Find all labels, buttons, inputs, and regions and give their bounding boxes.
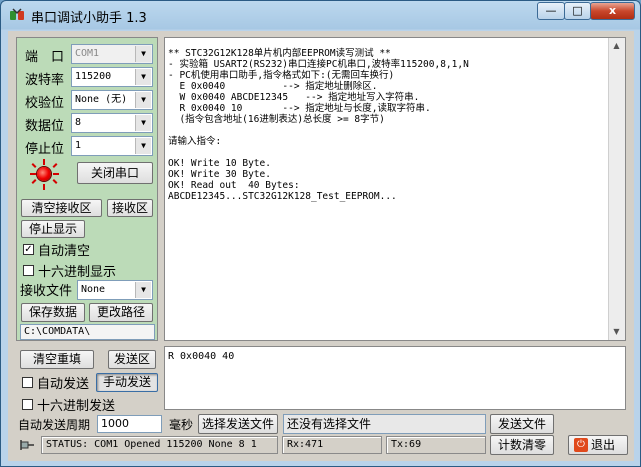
stopbits-select[interactable]: 1 ▼ bbox=[71, 136, 153, 156]
manual-send-button[interactable]: 手动发送 bbox=[96, 373, 158, 392]
exit-label: 退出 bbox=[591, 438, 616, 452]
parity-value: None (无) bbox=[75, 94, 128, 105]
auto-send-checkbox[interactable] bbox=[22, 377, 33, 388]
maximize-icon: □ bbox=[572, 4, 583, 17]
receive-line: OK! Read out 40 Bytes: bbox=[168, 180, 300, 191]
scroll-up-icon[interactable]: ▲ bbox=[609, 38, 624, 54]
tx-counter: Tx:69 bbox=[386, 436, 486, 454]
app-icon bbox=[10, 8, 24, 20]
change-path-button[interactable]: 更改路径 bbox=[89, 303, 153, 322]
receive-line: OK! Write 30 Byte. bbox=[168, 169, 271, 180]
chevron-down-icon: ▼ bbox=[135, 46, 151, 62]
send-area-button[interactable]: 发送区 bbox=[108, 350, 156, 369]
stopbits-value: 1 bbox=[75, 140, 82, 151]
maximize-button[interactable]: □ bbox=[564, 2, 591, 20]
client-area: 端 口 COM1 ▼ 波特率 115200 ▼ 校验位 None (无) ▼ 数… bbox=[8, 31, 634, 461]
receive-line: OK! Write 10 Byte. bbox=[168, 158, 271, 169]
baud-value: 115200 bbox=[75, 71, 112, 82]
power-icon: ⏻ bbox=[574, 438, 588, 452]
send-textarea[interactable]: R 0x0040 40 bbox=[164, 346, 626, 410]
select-file-button[interactable]: 选择发送文件 bbox=[198, 414, 278, 434]
save-data-button[interactable]: 保存数据 bbox=[21, 303, 85, 322]
stop-display-button[interactable]: 停止显示 bbox=[21, 220, 85, 238]
minimize-button[interactable]: — bbox=[537, 2, 565, 20]
hex-display-label: 十六进制显示 bbox=[38, 265, 117, 280]
port-select[interactable]: COM1 ▼ bbox=[71, 44, 153, 64]
minimize-icon: — bbox=[545, 4, 557, 17]
hex-display-checkbox[interactable] bbox=[23, 265, 34, 276]
port-value: COM1 bbox=[75, 48, 100, 59]
databits-label: 数据位 bbox=[25, 119, 65, 134]
databits-value: 8 bbox=[75, 117, 82, 128]
close-icon: x bbox=[608, 4, 617, 17]
parity-label: 校验位 bbox=[25, 96, 65, 111]
auto-send-label: 自动发送 bbox=[37, 377, 90, 392]
receive-line: - PC机使用串口助手,指令格式如下:(无需回车换行) bbox=[168, 70, 395, 81]
reset-count-button[interactable]: 计数清零 bbox=[490, 435, 554, 455]
hex-send-checkbox[interactable] bbox=[22, 399, 33, 410]
path-field[interactable]: C:\COMDATA\ bbox=[20, 324, 155, 340]
auto-clear-label: 自动清空 bbox=[38, 244, 91, 259]
baud-label: 波特率 bbox=[25, 73, 65, 88]
pin-icon[interactable] bbox=[18, 437, 36, 453]
receive-textarea[interactable]: ** STC32G12K128单片机内部EEPROM读写测试 ** - 实验箱 U… bbox=[164, 37, 626, 341]
receive-line bbox=[168, 147, 469, 158]
recv-file-select[interactable]: None ▼ bbox=[77, 280, 153, 300]
period-unit: 毫秒 bbox=[169, 418, 194, 432]
receive-lines: ** STC32G12K128单片机内部EEPROM读写测试 ** - 实验箱 U… bbox=[168, 48, 469, 202]
settings-panel: 端 口 COM1 ▼ 波特率 115200 ▼ 校验位 None (无) ▼ 数… bbox=[16, 37, 158, 341]
chevron-down-icon: ▼ bbox=[135, 282, 151, 298]
clear-resend-button[interactable]: 清空重填 bbox=[20, 350, 94, 369]
rx-counter: Rx:471 bbox=[282, 436, 382, 454]
receive-line: ** STC32G12K128单片机内部EEPROM读写测试 ** bbox=[168, 48, 391, 59]
chevron-down-icon: ▼ bbox=[135, 92, 151, 108]
chevron-down-icon: ▼ bbox=[135, 115, 151, 131]
app-window: 串口调试小助手 1.3 — □ x 端 口 COM1 ▼ 波特率 115200 … bbox=[0, 0, 641, 467]
recv-file-value: None bbox=[81, 284, 106, 295]
close-button[interactable]: x bbox=[590, 2, 635, 20]
file-status-field: 还没有选择文件 bbox=[283, 414, 486, 434]
auto-clear-checkbox[interactable]: ✓ bbox=[23, 244, 34, 255]
chevron-down-icon: ▼ bbox=[135, 138, 151, 154]
baud-select[interactable]: 115200 ▼ bbox=[71, 67, 153, 87]
receive-line: - 实验箱 USART2(RS232)串口连接PC机串口,波特率115200,8… bbox=[168, 59, 469, 70]
clear-receive-button[interactable]: 清空接收区 bbox=[21, 199, 102, 217]
close-port-button[interactable]: 关闭串口 bbox=[77, 162, 153, 184]
period-input[interactable]: 1000 bbox=[97, 415, 162, 433]
hex-send-label: 十六进制发送 bbox=[37, 399, 116, 414]
status-bar: STATUS: COM1 Opened 115200 None 8 1 bbox=[41, 436, 278, 454]
chevron-down-icon: ▼ bbox=[135, 69, 151, 85]
receive-line: ABCDE12345...STC32G12K128_Test_EEPROM... bbox=[168, 191, 397, 202]
send-content: R 0x0040 40 bbox=[168, 351, 235, 362]
receive-line: R 0x0040 10 --> 指定地址与长度,读取字符串. bbox=[168, 103, 431, 114]
port-label: 端 口 bbox=[25, 50, 65, 65]
receive-line bbox=[168, 125, 469, 136]
recv-file-label: 接收文件 bbox=[20, 284, 73, 299]
receive-line: 请输入指令: bbox=[168, 136, 222, 147]
receive-line: W 0x0040 ABCDE12345 --> 指定地址写入字符串. bbox=[168, 92, 420, 103]
window-title: 串口调试小助手 1.3 bbox=[31, 11, 147, 26]
scroll-down-icon[interactable]: ▼ bbox=[609, 324, 624, 340]
parity-select[interactable]: None (无) ▼ bbox=[71, 90, 153, 110]
databits-select[interactable]: 8 ▼ bbox=[71, 113, 153, 133]
receive-area-button[interactable]: 接收区 bbox=[107, 199, 153, 217]
send-file-button[interactable]: 发送文件 bbox=[490, 414, 554, 434]
period-label: 自动发送周期 bbox=[18, 418, 91, 432]
receive-line: E 0x0040 --> 指定地址删除区. bbox=[168, 81, 378, 92]
stopbits-label: 停止位 bbox=[25, 142, 65, 157]
receive-scrollbar[interactable]: ▲ ▼ bbox=[608, 38, 625, 340]
title-bar[interactable]: 串口调试小助手 1.3 — □ x bbox=[1, 1, 640, 29]
exit-button[interactable]: ⏻ 退出 bbox=[568, 435, 628, 455]
receive-line: (指令包含地址(16进制表达)总长度 >= 8字节) bbox=[168, 114, 385, 125]
